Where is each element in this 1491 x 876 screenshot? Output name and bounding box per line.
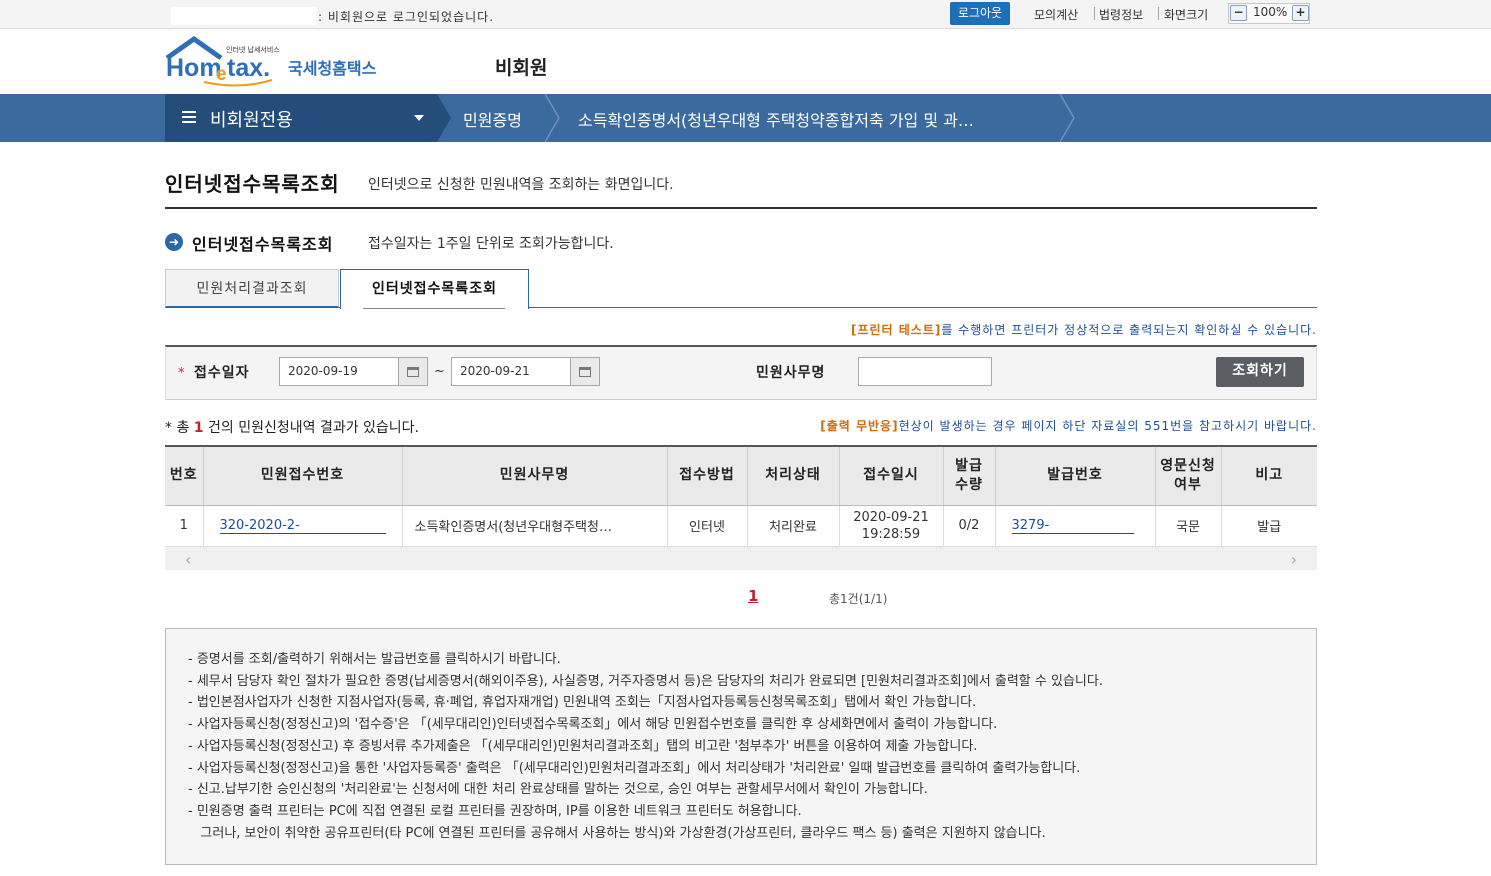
printer-test-note: [프린터 테스트]를 수행하면 프린터가 정상적으로 출력되는지 확인하실 수 … — [851, 321, 1317, 338]
printer-test-link[interactable]: [프린터 테스트] — [851, 323, 941, 337]
col-header-date: 접수일시 — [838, 445, 943, 506]
scroll-right-icon[interactable]: › — [1291, 550, 1297, 569]
cell-receipt-no: 320-2020-2- — [202, 505, 402, 547]
col-header-method: 접수방법 — [666, 445, 747, 506]
page-total: 총1건(1/1) — [829, 592, 888, 606]
divider — [1158, 7, 1159, 20]
page-description: 인터넷으로 신청한 민원내역을 조회하는 화면입니다. — [368, 177, 674, 193]
date-to-input[interactable]: 2020-09-21 — [451, 357, 571, 386]
notice-item: - 법인본점사업자가 신청한 지점사업자(등록, 휴·폐업, 휴업자재개업) 민… — [188, 695, 977, 711]
page-title: 인터넷접수목록조회 — [165, 172, 340, 196]
hamburger-icon[interactable] — [182, 111, 196, 123]
date-range-separator: ~ — [434, 364, 445, 379]
required-mark: * — [178, 366, 185, 381]
notice-item: - 사업자등록신청(정정신고)을 통한 '사업자등록증' 출력은 「(세무대리인… — [188, 760, 1081, 776]
col-header-name: 민원사무명 — [401, 445, 667, 506]
top-bar: : 비회원으로 로그인되었습니다. 로그아웃 모의계산 법령정보 화면크기 − … — [0, 0, 1491, 29]
mock-calc-link[interactable]: 모의계산 — [1034, 6, 1078, 23]
notice-item: - 사업자등록신청(정정신고) 후 증빙서류 추가제출은 「(세무대리인)민원처… — [188, 738, 978, 754]
notice-box: - 증명서를 조회/출력하기 위해서는 발급번호를 클릭하시기 바랍니다. - … — [165, 628, 1317, 865]
table-row: 1 320-2020-2- 소득확인증명서(청년우대형주택청… 인터넷 처리완료… — [165, 505, 1317, 547]
col-header-lang: 영문신청 여부 — [1154, 445, 1221, 506]
zoom-in-button[interactable]: + — [1292, 5, 1309, 21]
cell-issue-no: 3279- — [994, 505, 1155, 547]
cell-method: 인터넷 — [666, 505, 747, 547]
title-divider — [165, 207, 1317, 209]
logo-e: e — [216, 64, 227, 85]
menu-label[interactable]: 비회원전용 — [210, 106, 293, 132]
breadcrumb-income-cert[interactable]: 소득확인증명서(청년우대형 주택청약종합저축 가입 및 과… — [578, 107, 974, 131]
civil-affair-name-input[interactable] — [858, 357, 992, 386]
no-output-highlight: [출력 무반응] — [820, 419, 899, 433]
zoom-out-button[interactable]: − — [1230, 5, 1247, 21]
calendar-icon[interactable] — [398, 357, 428, 386]
col-header-note: 비고 — [1220, 445, 1317, 506]
notice-item: 그러나, 보안이 취약한 공유프린터(타 PC에 연결된 프린터를 공유해서 사… — [188, 825, 1046, 841]
result-count-text: * 총 1 건의 민원신청내역 결과가 있습니다. — [165, 417, 419, 437]
chevron-right-icon — [437, 94, 451, 142]
col-header-receipt-no: 민원접수번호 — [202, 445, 402, 506]
cell-date-time: 19:28:59 — [861, 526, 921, 542]
cell-date: 2020-09-21 19:28:59 — [838, 505, 943, 547]
printer-note-text: 를 수행하면 프린터가 정상적으로 출력되는지 확인하실 수 있습니다. — [941, 323, 1317, 337]
notice-item: - 증명서를 조회/출력하기 위해서는 발급번호를 클릭하시기 바랍니다. — [188, 652, 561, 667]
cell-name: 소득확인증명서(청년우대형주택청… — [401, 505, 667, 547]
notice-item: - 세무서 담당자 확인 절차가 필요한 증명(납세증명서(해외이주용), 사실… — [188, 673, 1103, 689]
search-button[interactable]: 조회하기 — [1216, 357, 1304, 387]
notice-item: - 사업자등록신청(정정신고)의 '접수증'은 「(세무대리인)인터넷접수목록조… — [188, 717, 998, 733]
dropdown-arrow-icon[interactable] — [414, 115, 424, 121]
result-count: 1 — [193, 420, 204, 436]
no-output-text: 현상이 발생하는 경우 페이지 하단 자료실의 551번을 참고하시기 바랍니다… — [898, 419, 1317, 433]
date-from-input[interactable]: 2020-09-19 — [279, 357, 399, 386]
screen-size-label: 화면크기 — [1164, 8, 1209, 22]
calendar-icon[interactable] — [570, 357, 600, 386]
login-message: : 비회원으로 로그인되었습니다. — [318, 10, 495, 24]
col-header-no: 번호 — [165, 445, 203, 506]
cell-qty: 0/2 — [942, 505, 995, 547]
page-number-current[interactable]: 1 — [748, 587, 758, 605]
tab-label: 인터넷접수목록조회 — [372, 281, 497, 297]
receipt-no-link[interactable]: 320-2020-2- — [219, 518, 386, 534]
chevron-right-icon — [545, 94, 560, 142]
cell-lang: 국문 — [1154, 505, 1221, 547]
tab-processing-result[interactable]: 민원처리결과조회 — [165, 269, 339, 308]
notice-item: - 신고.납부기한 승인신청의 '처리완료'는 신청서에 대한 처리 완료상태를… — [188, 782, 928, 798]
divider — [1094, 7, 1095, 20]
section-title: 인터넷접수목록조회 — [192, 235, 334, 254]
law-info-link[interactable]: 법령정보 — [1099, 6, 1143, 23]
cell-no: 1 — [165, 505, 203, 547]
col-header-issue-no: 발급번호 — [994, 445, 1155, 506]
logout-button[interactable]: 로그아웃 — [950, 2, 1010, 25]
logo-korean: 국세청홈택스 — [288, 59, 377, 78]
col-header-qty: 발급 수량 — [942, 445, 995, 506]
tab-internet-receipt-list[interactable]: 인터넷접수목록조회 — [340, 269, 529, 309]
civil-affair-name-label: 민원사무명 — [756, 365, 826, 381]
horizontal-scrollbar[interactable]: ‹ › — [165, 546, 1317, 570]
hometax-logo[interactable]: 인터넷 납세서비스 Hom e tax. 국세청홈택스 — [164, 36, 384, 88]
logo-tax: tax. — [227, 54, 270, 82]
receipt-date-label: 접수일자 — [194, 365, 250, 381]
no-output-note: [출력 무반응]현상이 발생하는 경우 페이지 하단 자료실의 551번을 참고… — [820, 417, 1317, 434]
cell-note: 발급 — [1220, 505, 1317, 547]
cell-status: 처리완료 — [746, 505, 839, 547]
user-name-box — [171, 7, 317, 25]
notice-item: - 민원증명 출력 프린터는 PC에 직접 연결된 로컬 프린터를 권장하며, … — [188, 803, 802, 819]
chevron-right-icon — [1060, 94, 1075, 142]
logo-home: Hom — [166, 54, 222, 82]
result-suffix: 건의 민원신청내역 결과가 있습니다. — [208, 420, 419, 436]
breadcrumb-civil-cert[interactable]: 민원증명 — [463, 107, 522, 131]
user-type-title: 비회원 — [495, 57, 548, 79]
result-prefix: * 총 — [165, 420, 190, 436]
arrow-circle-icon: ➜ — [165, 233, 183, 251]
scroll-left-icon[interactable]: ‹ — [185, 550, 191, 569]
logo-tagline: 인터넷 납세서비스 — [226, 45, 280, 54]
table-header-row: 번호 민원접수번호 민원사무명 접수방법 처리상태 접수일시 발급 수량 발급번… — [165, 445, 1317, 506]
issue-no-link[interactable]: 3279- — [1011, 518, 1134, 534]
zoom-value: 100% — [1253, 5, 1288, 19]
cell-date-day: 2020-09-21 — [853, 509, 929, 525]
col-header-status: 처리상태 — [746, 445, 839, 506]
tab-active-underline — [363, 308, 505, 309]
menu-dropdown[interactable] — [165, 94, 437, 142]
section-description: 접수일자는 1주일 단위로 조회가능합니다. — [368, 236, 614, 252]
